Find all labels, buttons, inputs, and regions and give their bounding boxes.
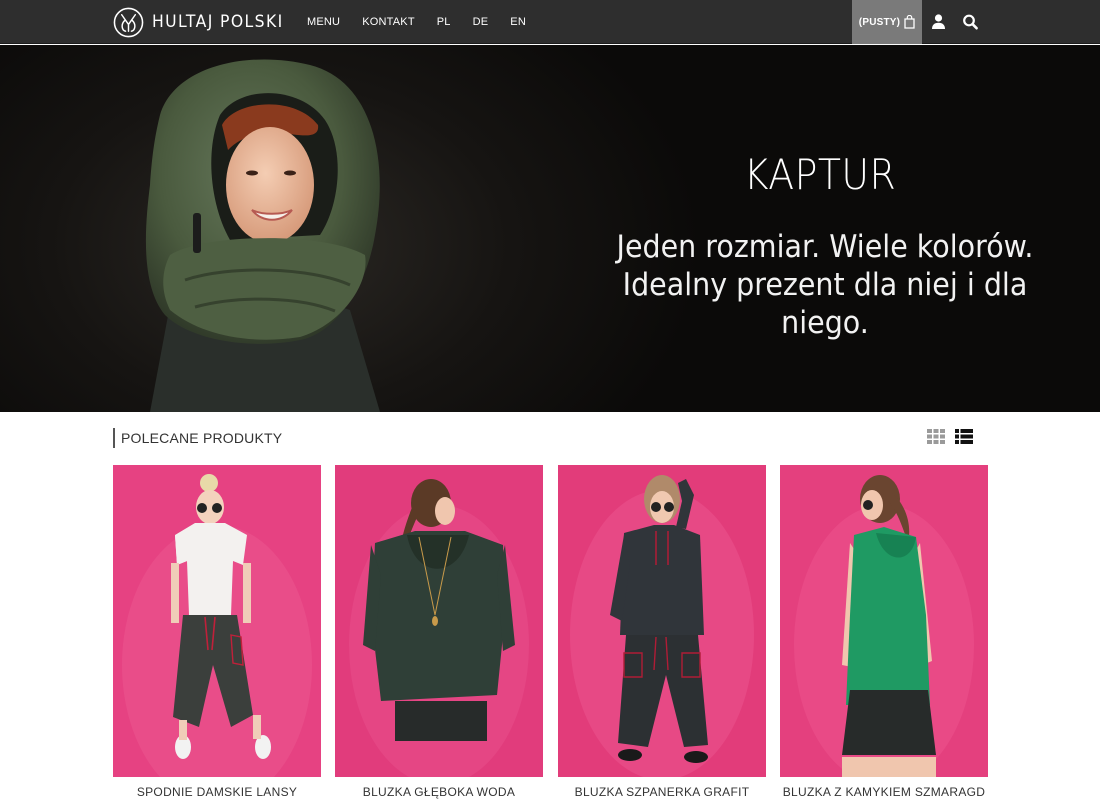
view-toggle-group <box>927 429 973 444</box>
user-icon[interactable] <box>930 13 947 31</box>
hero-model-photo <box>145 59 380 412</box>
brand-logo-link[interactable]: HULTAJ POLSKI <box>113 6 295 38</box>
product-grid: SPODNIE DAMSKIE LANSY BLUZKA GŁĘBOKA WOD… <box>113 465 988 800</box>
cart-button[interactable]: (PUSTY) <box>852 0 922 44</box>
featured-section-title: POLECANE PRODUKTY <box>121 430 283 446</box>
shopping-bag-icon <box>904 15 915 29</box>
hero-subtitle: Jeden rozmiar. Wiele kolorów. Idealny pr… <box>581 228 1069 342</box>
cart-status-label: (PUSTY) <box>858 16 901 28</box>
product-name[interactable]: BLUZKA GŁĘBOKA WODA <box>335 785 543 799</box>
lang-pl[interactable]: PL <box>437 16 451 28</box>
nav-menu[interactable]: MENU <box>307 16 340 28</box>
product-image[interactable] <box>780 465 988 777</box>
product-card[interactable]: BLUZKA GŁĘBOKA WODA <box>335 465 543 799</box>
hero-subtitle-line-2: Idealny prezent dla niej i dla niego. <box>622 267 1028 341</box>
featured-section-header: POLECANE PRODUKTY <box>113 428 282 448</box>
brand-name: HULTAJ POLSKI <box>152 12 284 32</box>
product-image[interactable] <box>558 465 766 777</box>
product-name[interactable]: BLUZKA SZPANERKA GRAFIT <box>558 785 766 799</box>
grid-view-icon[interactable] <box>927 429 945 444</box>
product-image[interactable] <box>113 465 321 777</box>
hero-banner[interactable]: KAPTUR Jeden rozmiar. Wiele kolorów. Ide… <box>0 45 1100 412</box>
product-name[interactable]: SPODNIE DAMSKIE LANSY <box>113 785 321 799</box>
hp-monogram-logo-icon <box>113 7 144 37</box>
top-navigation-bar: HULTAJ POLSKI MENU KONTAKT PL DE EN (PUS… <box>0 0 1100 44</box>
product-card[interactable]: BLUZKA SZPANERKA GRAFIT <box>558 465 766 799</box>
product-card[interactable]: BLUZKA Z KAMYKIEM SZMARAGD <box>780 465 988 799</box>
product-name[interactable]: BLUZKA Z KAMYKIEM SZMARAGD <box>780 785 988 799</box>
product-image[interactable] <box>335 465 543 777</box>
lang-en[interactable]: EN <box>510 16 526 28</box>
lang-de[interactable]: DE <box>473 16 489 28</box>
list-view-icon[interactable] <box>955 429 973 444</box>
nav-kontakt[interactable]: KONTAKT <box>362 16 415 28</box>
main-nav: MENU KONTAKT PL DE EN <box>307 0 548 44</box>
hero-title: KAPTUR <box>743 150 897 199</box>
search-icon[interactable] <box>962 13 979 31</box>
product-card[interactable]: SPODNIE DAMSKIE LANSY <box>113 465 321 799</box>
hero-subtitle-line-1: Jeden rozmiar. Wiele kolorów. <box>616 229 1034 265</box>
